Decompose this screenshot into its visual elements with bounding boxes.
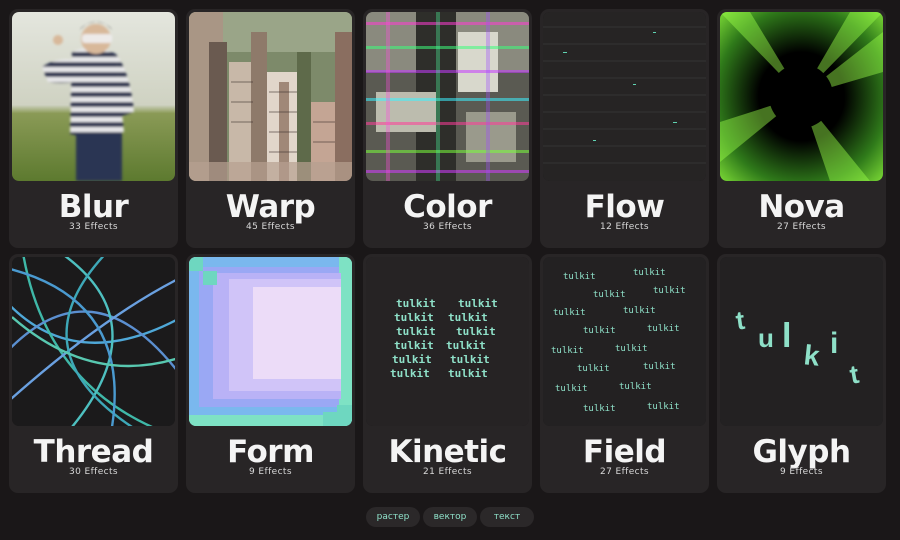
card-effect-count: 27 Effects	[776, 222, 827, 232]
card-effect-count: 21 Effects	[422, 467, 473, 477]
card-kinetic[interactable]: tulkit tulkit tulkit tulkit tulkit tulki…	[363, 254, 532, 493]
svg-text:tulkit: tulkit	[647, 402, 680, 412]
card-effect-count: 30 Effects	[68, 467, 119, 477]
card-effect-count: 12 Effects	[599, 222, 650, 232]
card-title: Glyph	[752, 434, 851, 470]
card-effect-count: 9 Effects	[780, 467, 823, 477]
svg-text:tulkit: tulkit	[643, 362, 676, 372]
card-title: Color	[403, 189, 492, 225]
card-glyph[interactable]: t u l k i t Glyph 9 Effects	[717, 254, 886, 493]
svg-text:tulkit: tulkit	[633, 268, 666, 278]
card-title: Flow	[584, 189, 665, 225]
kinetic-line: tulkit	[448, 311, 488, 324]
card-title: Nova	[758, 189, 845, 225]
card-thread[interactable]: Thread 30 Effects	[9, 254, 178, 493]
card-form[interactable]: Form 9 Effects	[186, 254, 355, 493]
svg-text:tulkit: tulkit	[653, 286, 686, 296]
svg-text:l: l	[782, 317, 791, 355]
svg-text:tulkit: tulkit	[577, 364, 610, 374]
svg-text:u: u	[758, 323, 774, 353]
kinetic-line: tulkit	[446, 339, 486, 352]
card-title: Warp	[225, 189, 316, 225]
card-effect-count: 27 Effects	[599, 467, 650, 477]
svg-text:tulkit: tulkit	[553, 308, 586, 318]
kinetic-line: tulkit	[392, 353, 432, 366]
svg-text:tulkit: tulkit	[647, 324, 680, 334]
svg-text:tulkit: tulkit	[623, 306, 656, 316]
kinetic-line: tulkit	[458, 297, 498, 310]
kinetic-line: tulkit	[450, 353, 490, 366]
svg-text:tulkit: tulkit	[563, 272, 596, 282]
kinetic-line: tulkit	[456, 325, 496, 338]
kinetic-line: tulkit	[448, 367, 488, 380]
kinetic-line: tulkit	[394, 339, 434, 352]
kinetic-line: tulkit	[396, 297, 436, 310]
blur-thumbnail	[12, 12, 175, 181]
card-effect-count: 36 Effects	[422, 222, 473, 232]
svg-text:tulkit: tulkit	[555, 384, 588, 394]
svg-text:tulkit: tulkit	[551, 346, 584, 356]
kinetic-line: tulkit	[394, 311, 434, 324]
card-title: Field	[582, 434, 667, 470]
card-title: Blur	[58, 189, 129, 225]
card-flow[interactable]: Flow 12 Effects	[540, 9, 709, 248]
nova-thumbnail	[720, 12, 883, 181]
kinetic-line: tulkit	[390, 367, 430, 380]
tab-vector[interactable]: вектор	[423, 507, 477, 527]
card-title: Thread	[33, 434, 154, 470]
card-effect-count: 33 Effects	[68, 222, 119, 232]
svg-text:i: i	[830, 327, 838, 360]
color-thumbnail	[366, 12, 529, 181]
tab-raster[interactable]: растер	[366, 507, 420, 527]
svg-text:tulkit: tulkit	[619, 382, 652, 392]
card-nova[interactable]: Nova 27 Effects	[717, 9, 886, 248]
card-effect-count: 45 Effects	[245, 222, 296, 232]
card-blur[interactable]: Blur 33 Effects	[9, 9, 178, 248]
card-title: Kinetic	[388, 434, 507, 470]
svg-text:tulkit: tulkit	[583, 404, 616, 414]
flow-thumbnail	[543, 12, 706, 181]
svg-text:tulkit: tulkit	[593, 290, 626, 300]
form-thumbnail	[189, 257, 352, 426]
thread-thumbnail	[12, 257, 175, 426]
card-warp[interactable]: Warp 45 Effects	[186, 9, 355, 248]
card-field[interactable]: tulkit tulkit tulkit tulkit tulkit tulki…	[540, 254, 709, 493]
card-title: Form	[227, 434, 314, 470]
card-effect-count: 9 Effects	[249, 467, 292, 477]
kinetic-thumbnail: tulkit tulkit tulkit tulkit tulkit tulki…	[366, 257, 529, 426]
tab-text[interactable]: текст	[480, 507, 534, 527]
warp-thumbnail	[189, 12, 352, 181]
svg-text:tulkit: tulkit	[615, 344, 648, 354]
kinetic-line: tulkit	[396, 325, 436, 338]
field-thumbnail: tulkit tulkit tulkit tulkit tulkit tulki…	[543, 257, 706, 426]
svg-text:tulkit: tulkit	[583, 326, 616, 336]
effects-grid: Blur 33 Effects Warp 45 Effects Color 36…	[9, 9, 886, 493]
glyph-thumbnail: t u l k i t	[720, 257, 883, 426]
category-tabs: растер вектор текст	[366, 507, 534, 527]
card-color[interactable]: Color 36 Effects	[363, 9, 532, 248]
